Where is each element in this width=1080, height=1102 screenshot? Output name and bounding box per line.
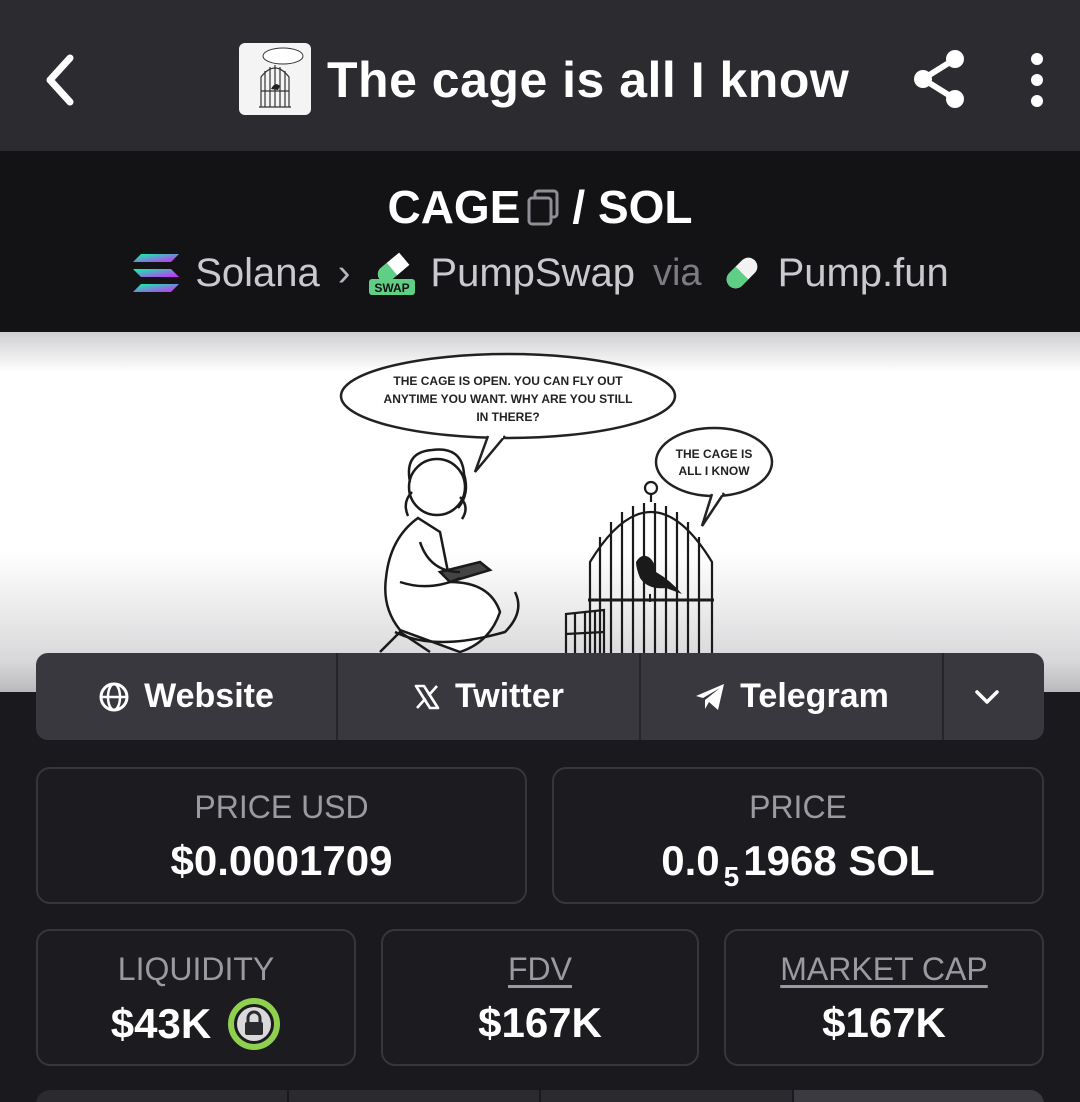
price-sol-suffix: 1968 SOL xyxy=(743,837,935,884)
price-sol-zero-count: 5 xyxy=(723,861,740,892)
speech-woman-line-3: IN THERE? xyxy=(476,410,539,424)
timeframe-tab[interactable] xyxy=(36,1090,289,1102)
lock-icon[interactable] xyxy=(227,997,281,1051)
price-sol-prefix: 0.0 xyxy=(661,837,720,884)
price-sol-label: PRICE xyxy=(749,789,847,825)
twitter-label: Twitter xyxy=(455,677,564,715)
dex-name: PumpSwap xyxy=(430,250,635,295)
telegram-label: Telegram xyxy=(740,677,889,715)
liquidity-value: $43K xyxy=(110,1000,212,1047)
back-button[interactable] xyxy=(30,40,90,120)
timeframe-tab[interactable] xyxy=(289,1090,541,1102)
token-avatar xyxy=(239,43,311,115)
more-vertical-icon xyxy=(1031,53,1043,107)
x-logo-icon xyxy=(414,684,440,709)
timeframe-tabs-peek xyxy=(36,1090,1044,1102)
social-links-bar: Website Twitter Telegram xyxy=(36,653,1044,740)
liquidity-card: LIQUIDITY $43K xyxy=(36,929,356,1066)
price-sol-card: PRICE 0.0 5 1968 SOL xyxy=(552,767,1044,904)
chevron-right-icon: › xyxy=(337,251,351,294)
base-symbol: CAGE xyxy=(387,181,521,233)
pair-symbol: CAGE / SOL xyxy=(0,179,1080,239)
speech-bird-line-1: THE CAGE IS xyxy=(676,447,753,461)
quote-symbol: SOL xyxy=(597,181,693,233)
pair-separator: / xyxy=(572,181,586,233)
timeframe-tab[interactable] xyxy=(793,1090,1044,1102)
share-icon xyxy=(914,50,964,108)
fdv-card: FDV $167K xyxy=(381,929,699,1066)
top-app-bar: The cage is all I know xyxy=(0,0,1080,151)
copy-address-button[interactable] xyxy=(526,183,560,239)
chevron-left-icon xyxy=(46,54,74,106)
telegram-button[interactable]: Telegram xyxy=(641,653,944,740)
share-button[interactable] xyxy=(905,45,973,113)
price-usd-value: $0.0001709 xyxy=(170,837,393,884)
launchpad-link[interactable]: Pump.fun xyxy=(720,251,949,296)
market-cap-value: $167K xyxy=(822,999,946,1046)
page-title: The cage is all I know xyxy=(327,52,850,108)
fdv-label[interactable]: FDV xyxy=(383,949,697,989)
price-usd-card: PRICE USD $0.0001709 xyxy=(36,767,527,904)
more-links-button[interactable] xyxy=(944,653,1044,740)
chevron-down-icon xyxy=(975,689,999,704)
chain-link[interactable]: Solana xyxy=(131,251,320,296)
pumpswap-icon: SWAP xyxy=(369,252,416,295)
speech-woman-line-2: ANYTIME YOU WANT. WHY ARE YOU STILL xyxy=(384,392,633,406)
dex-badge-text: SWAP xyxy=(375,281,410,295)
token-banner-image: THE CAGE IS OPEN. YOU CAN FLY OUT ANYTIM… xyxy=(0,332,1080,692)
launchpad-name: Pump.fun xyxy=(777,250,949,295)
route-breadcrumb: Solana › SWAP PumpSwap via Pump.fun xyxy=(0,245,1080,301)
dex-link[interactable]: SWAP PumpSwap xyxy=(368,249,635,297)
globe-icon xyxy=(99,682,129,711)
twitter-button[interactable]: Twitter xyxy=(338,653,641,740)
market-cap-card: MARKET CAP $167K xyxy=(724,929,1044,1066)
fdv-value: $167K xyxy=(478,999,602,1046)
pair-header: CAGE / SOL Solana › SWAP PumpSwap via Pu… xyxy=(0,151,1080,332)
chain-name: Solana xyxy=(195,250,320,295)
website-button[interactable]: Website xyxy=(36,653,338,740)
via-text: via xyxy=(652,251,702,294)
more-options-button[interactable] xyxy=(1012,45,1062,115)
solana-icon xyxy=(133,254,180,292)
timeframe-tab[interactable] xyxy=(541,1090,794,1102)
liquidity-label: LIQUIDITY xyxy=(117,951,275,987)
speech-woman-line-1: THE CAGE IS OPEN. YOU CAN FLY OUT xyxy=(393,374,623,388)
copy-icon xyxy=(527,189,559,226)
website-label: Website xyxy=(144,677,274,715)
telegram-icon xyxy=(696,683,725,710)
woman-illustration xyxy=(379,448,520,654)
speech-bird-line-2: ALL I KNOW xyxy=(678,464,750,478)
price-usd-label: PRICE USD xyxy=(194,789,369,825)
pumpfun-icon xyxy=(726,257,757,289)
market-cap-label[interactable]: MARKET CAP xyxy=(726,949,1042,989)
price-sol-value: 0.0 5 1968 SOL xyxy=(554,835,1042,892)
